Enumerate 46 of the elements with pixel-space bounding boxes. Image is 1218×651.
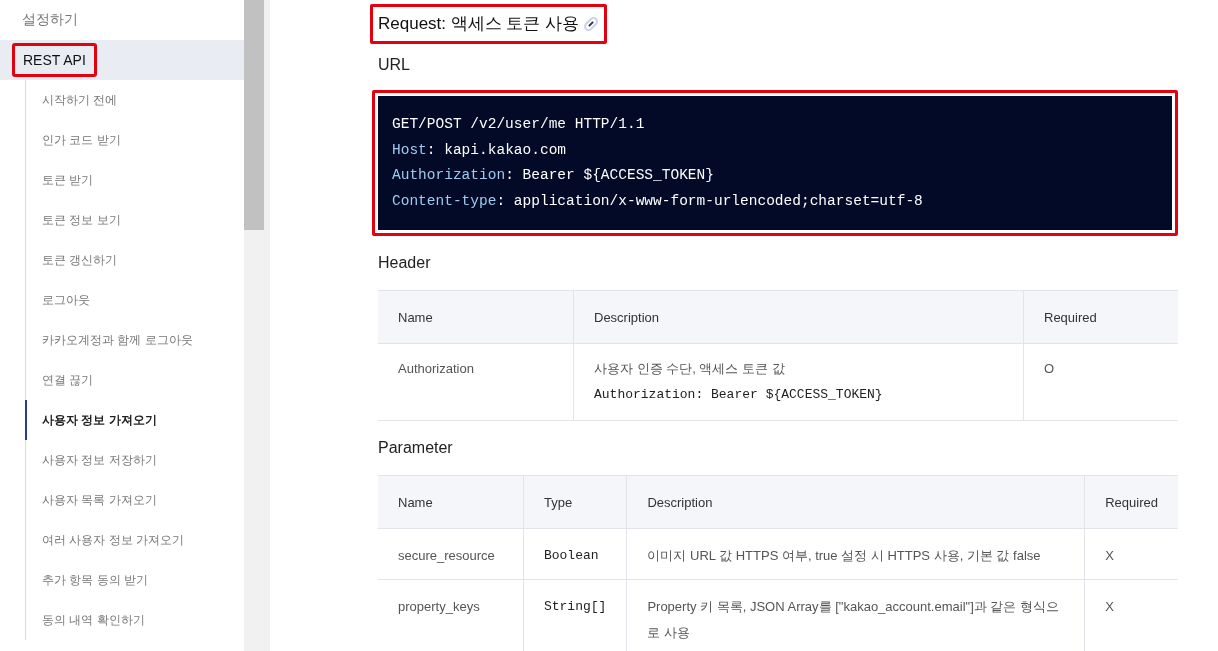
section-heading: Request: 액세스 토큰 사용 (378, 13, 580, 35)
table-cell: Authorization (378, 343, 574, 421)
sidebar-item[interactable]: 인가 코드 받기 (25, 120, 244, 160)
table-cell: Property 키 목록, JSON Array를 ["kakao_account.email"]과 같은 형식으로 사용 (626, 579, 1085, 651)
table-cell: O (1023, 343, 1178, 421)
column-header: Description (626, 475, 1085, 529)
annotation-frame: 설정하기 (15, 6, 85, 34)
column-header: Required (1023, 290, 1178, 344)
column-header: Description (573, 290, 1024, 344)
sidebar-item[interactable]: 사용자 정보 저장하기 (25, 440, 244, 480)
sidebar-item[interactable]: 사용자 목록 가져오기 (25, 480, 244, 520)
link-icon[interactable] (583, 15, 600, 32)
subsection-label: Parameter (378, 439, 454, 458)
sidebar-item[interactable]: 토큰 받기 (25, 160, 244, 200)
code-line: GET/POST /v2/user/me HTTP/1.1 (392, 115, 646, 134)
cell-text: Authorization: Bearer ${ACCESS_TOKEN} (594, 386, 884, 404)
table-cell: Boolean (523, 528, 627, 580)
sidebar-item[interactable]: 시작하기 전에 (25, 80, 244, 120)
sidebar-item[interactable]: 토큰 정보 보기 (25, 200, 244, 240)
sidebar-item[interactable]: 설정하기 (0, 0, 244, 40)
sidebar-item[interactable]: REST API (0, 40, 244, 80)
sidebar-item[interactable]: 여러 사용자 정보 가져오기 (25, 520, 244, 560)
subsection-label: URL (378, 56, 411, 75)
sidebar-item[interactable]: 토큰 갱신하기 (25, 240, 244, 280)
column-header: Required (1084, 475, 1178, 529)
table-cell: String[] (523, 579, 627, 651)
sidebar-item[interactable]: 카카오계정과 함께 로그아웃 (25, 320, 244, 360)
table-cell: X (1084, 528, 1178, 580)
sidebar-item[interactable]: 동의 내역 확인하기 (25, 600, 244, 640)
code-line: Authorization: Bearer ${ACCESS_TOKEN} (392, 166, 715, 185)
annotation-frame: REST API (12, 43, 97, 77)
cell-text: 사용자 인증 수단, 액세스 토큰 값 (594, 360, 786, 378)
column-header: Type (523, 475, 627, 529)
code-line: Host: kapi.kakao.com (392, 140, 568, 160)
table-cell: X (1084, 579, 1178, 651)
sidebar-item[interactable]: 로그아웃 (25, 280, 244, 320)
column-header: Name (378, 290, 574, 344)
table-cell: secure_resource (378, 528, 524, 580)
subsection-label: Header (378, 254, 432, 273)
scrollbar-thumb[interactable] (244, 0, 264, 230)
table-cell: property_keys (378, 579, 524, 651)
sidebar-item[interactable]: 추가 항목 동의 받기 (25, 560, 244, 600)
table-cell: 이미지 URL 값 HTTPS 여부, true 설정 시 HTTPS 사용, 기본 값 false (626, 528, 1085, 580)
column-header: Name (378, 475, 524, 529)
sidebar-item[interactable]: 연결 끊기 (25, 360, 244, 400)
code-line: Content-type: application/x-www-form-urlencoded;charset=utf-8 (392, 191, 924, 211)
